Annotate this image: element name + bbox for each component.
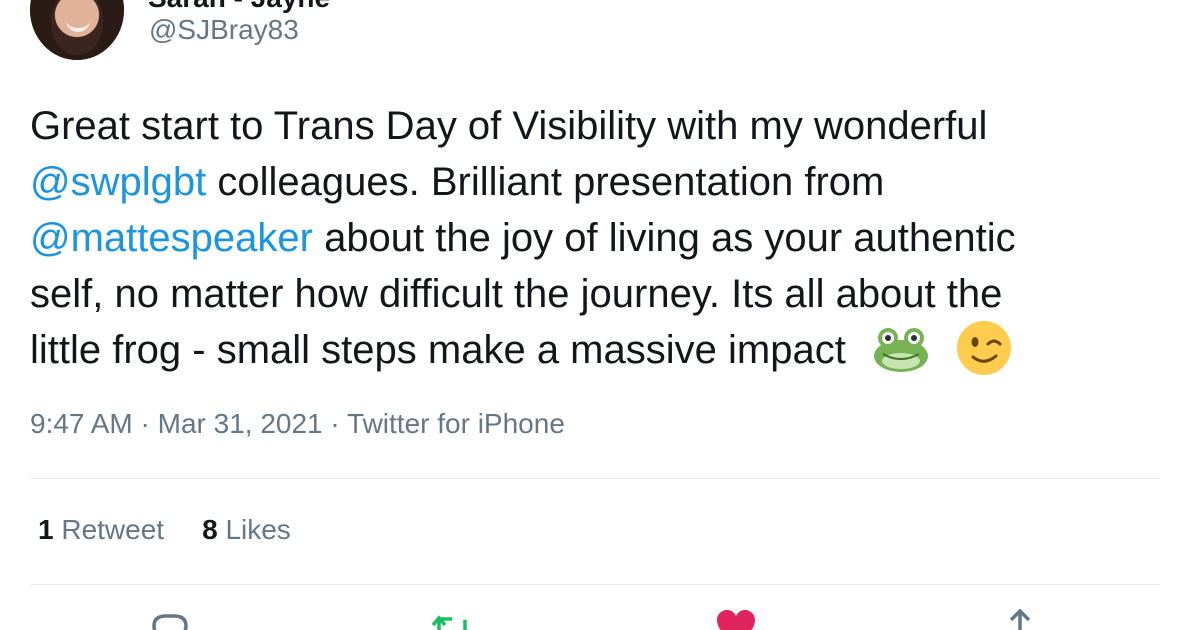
tweet-text-segment: self, no matter how difficult the journe…: [30, 272, 1003, 316]
share-icon[interactable]: [998, 608, 1042, 630]
avatar[interactable]: [30, 0, 124, 60]
tweet-line: self, no matter how difficult the journe…: [30, 266, 1160, 322]
winking-face-emoji-icon: [957, 321, 1012, 376]
tweet-source[interactable]: Twitter for iPhone: [347, 408, 565, 439]
tweet-time[interactable]: 9:47 AM: [30, 408, 133, 439]
tweet-text-segment: Great start to Trans Day of Visibility w…: [30, 104, 988, 148]
tweet-text: Great start to Trans Day of Visibility w…: [30, 98, 1160, 378]
retweets-label: Retweet: [61, 514, 165, 545]
divider: [30, 584, 1160, 585]
frog-emoji-icon: [873, 328, 928, 373]
tweet-meta: 9:47 AM · Mar 31, 2021 · Twitter for iPh…: [30, 408, 565, 440]
likes-count: 8: [202, 514, 218, 545]
retweets-count: 1: [38, 514, 54, 545]
tweet-stats: 1 Retweet 8 Likes: [38, 514, 329, 546]
tweet-text-segment: little frog - small steps make a massive…: [30, 328, 846, 372]
meta-separator: ·: [322, 408, 348, 439]
meta-separator: ·: [132, 408, 158, 439]
tweet-text-segment: colleagues. Brilliant presentation from: [206, 160, 885, 204]
author-handle[interactable]: @SJBray83: [149, 14, 299, 46]
mention-link-mattespeaker[interactable]: @mattespeaker: [30, 216, 313, 260]
retweet-icon[interactable]: [430, 608, 474, 630]
likes-label: Likes: [225, 514, 291, 545]
reply-icon[interactable]: [148, 608, 192, 630]
tweet-line: Great start to Trans Day of Visibility w…: [30, 98, 1160, 154]
tweet-line: @swplgbt colleagues. Brilliant presentat…: [30, 154, 1160, 210]
tweet-line: little frog - small steps make a massive…: [30, 321, 1160, 378]
tweet-line: @mattespeaker about the joy of living as…: [30, 210, 1160, 266]
tweet-date[interactable]: Mar 31, 2021: [158, 408, 323, 439]
tweet-text-segment: about the joy of living as your authenti…: [312, 216, 1016, 260]
mention-link-swplgbt[interactable]: @swplgbt: [30, 160, 206, 204]
author-display-name[interactable]: Sarah - Jayne: [148, 0, 330, 14]
divider: [30, 478, 1160, 479]
like-icon[interactable]: [714, 608, 758, 630]
likes-stat[interactable]: 8 Likes: [202, 514, 291, 545]
retweets-stat[interactable]: 1 Retweet: [38, 514, 164, 545]
